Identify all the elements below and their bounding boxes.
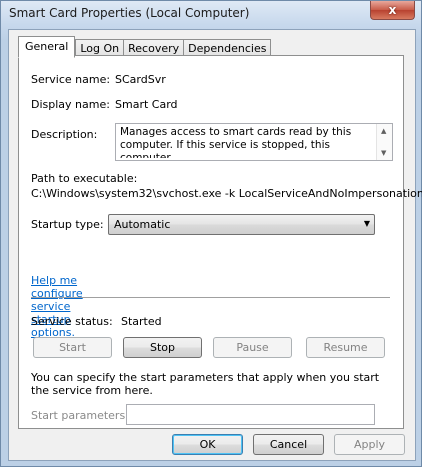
description-text: Manages access to smart cards read by th… (120, 126, 352, 158)
service-name-label: Service name: (31, 73, 111, 86)
scroll-up-icon[interactable]: ▲ (381, 127, 386, 135)
start-params-info: You can specify the start parameters tha… (31, 371, 380, 397)
close-button[interactable]: x (370, 1, 415, 20)
path-label: Path to executable: (31, 172, 138, 185)
description-label: Description: (31, 128, 98, 141)
general-panel: Service name: SCardSvr Display name: Sma… (18, 55, 422, 429)
description-scrollbar[interactable]: ▲ ▼ (376, 124, 392, 160)
display-name-label: Display name: (31, 98, 110, 111)
description-box[interactable]: Manages access to smart cards read by th… (115, 123, 393, 161)
start-params-input[interactable] (126, 404, 375, 425)
service-status-label: Service status: (31, 315, 113, 328)
properties-window: Smart Card Properties (Local Computer) x… (0, 0, 422, 467)
separator (31, 297, 390, 298)
resume-button[interactable]: Resume (306, 337, 385, 358)
help-startup-link[interactable]: Help me configure service startup option… (31, 274, 83, 339)
pause-button[interactable]: Pause (213, 337, 292, 358)
startup-type-value: Automatic (114, 218, 171, 231)
startup-type-label: Startup type: (31, 218, 104, 231)
startup-type-select[interactable]: Automatic ▼ (108, 214, 375, 235)
service-status-value: Started (121, 315, 162, 328)
tab-general[interactable]: General (18, 36, 76, 58)
scroll-down-icon[interactable]: ▼ (381, 149, 386, 157)
start-button[interactable]: Start (33, 337, 112, 358)
apply-button[interactable]: Apply (334, 434, 405, 455)
service-name-value: SCardSvr (115, 73, 166, 86)
path-value: C:\Windows\system32\svchost.exe -k Local… (31, 187, 422, 200)
chevron-down-icon: ▼ (363, 219, 370, 228)
stop-button[interactable]: Stop (123, 337, 202, 358)
title-bar[interactable]: Smart Card Properties (Local Computer) x (1, 1, 421, 27)
window-title: Smart Card Properties (Local Computer) (9, 6, 250, 20)
ok-button[interactable]: OK (172, 434, 243, 455)
close-icon: x (388, 3, 397, 17)
start-params-label: Start parameters: (31, 409, 129, 422)
cancel-button[interactable]: Cancel (253, 434, 324, 455)
dialog-client: General Log On Recovery Dependencies Ser… (8, 29, 422, 461)
display-name-value: Smart Card (115, 98, 178, 111)
tab-strip: General Log On Recovery Dependencies (18, 36, 272, 58)
